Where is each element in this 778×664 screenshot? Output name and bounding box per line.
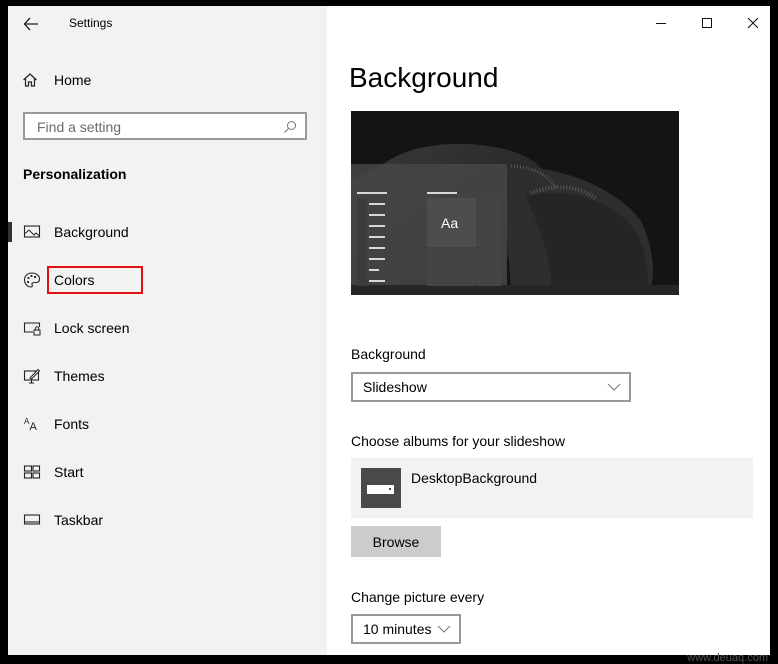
sidebar-item-label: Background [54, 224, 129, 240]
taskbar-icon [23, 514, 41, 525]
start-icon [23, 465, 41, 479]
maximize-button[interactable] [696, 12, 718, 34]
picture-icon [23, 225, 41, 238]
svg-text:A: A [30, 421, 38, 433]
home-label: Home [54, 72, 92, 88]
indicator [8, 270, 12, 290]
settings-window: Settings Home Personalization Background [8, 6, 770, 655]
sidebar-item-taskbar[interactable]: Taskbar [8, 500, 327, 540]
sidebar-item-start[interactable]: Start [8, 452, 327, 492]
background-preview: Aa [351, 111, 679, 295]
change-picture-label: Change picture every [351, 589, 485, 605]
themes-icon [23, 368, 41, 384]
minimize-icon [656, 23, 666, 24]
background-dropdown[interactable]: Slideshow [351, 372, 631, 402]
album-item[interactable]: DesktopBackground [351, 458, 753, 518]
indicator [8, 510, 12, 530]
start-tiles [357, 192, 501, 286]
sidebar-item-themes[interactable]: Themes [8, 356, 327, 396]
indicator [8, 318, 12, 338]
sidebar-item-lock-screen[interactable]: Lock screen [8, 308, 327, 348]
close-icon [747, 17, 759, 29]
active-indicator [8, 222, 12, 242]
palette-icon [23, 272, 41, 288]
search-input[interactable] [35, 118, 279, 136]
lock-screen-icon [23, 322, 41, 336]
section-title: Personalization [23, 166, 127, 182]
albums-label: Choose albums for your slideshow [351, 433, 565, 449]
fonts-icon: A A [24, 417, 38, 433]
search-icon[interactable] [283, 120, 297, 134]
arrow-left-icon [23, 17, 38, 31]
highlight-box [47, 266, 143, 294]
page-title: Background [349, 62, 499, 93]
sidebar-item-background[interactable]: Background [8, 212, 327, 252]
main-content: Background Aa Background Slideshow Choos… [327, 6, 770, 655]
sidebar-item-label: Lock screen [54, 320, 130, 336]
search-box[interactable] [23, 112, 307, 140]
sidebar-item-label: Start [54, 464, 84, 480]
indicator [8, 462, 12, 482]
watermark: www.deuaq.com [687, 652, 768, 664]
chevron-down-icon [607, 383, 621, 391]
home-link[interactable]: Home [22, 68, 91, 92]
maximize-icon [702, 18, 712, 28]
back-button[interactable] [22, 14, 42, 34]
minimize-button[interactable] [650, 12, 672, 34]
browse-button[interactable]: Browse [351, 526, 441, 557]
sidebar-item-fonts[interactable]: A A Fonts [8, 404, 327, 444]
sidebar-item-label: Themes [54, 368, 105, 384]
sidebar-item-label: Fonts [54, 416, 90, 432]
chevron-down-icon [437, 625, 451, 633]
background-label: Background [351, 346, 426, 362]
indicator [8, 414, 12, 434]
sidebar: Settings Home Personalization Background [8, 6, 327, 655]
home-icon [23, 73, 37, 87]
close-button[interactable] [742, 12, 764, 34]
indicator [8, 366, 12, 386]
background-dropdown-value: Slideshow [363, 379, 427, 395]
change-picture-dropdown[interactable]: 10 minutes [351, 614, 461, 644]
change-picture-value: 10 minutes [363, 621, 432, 637]
tile-text: Aa [441, 215, 459, 231]
folder-icon [361, 468, 401, 508]
app-title: Settings [69, 16, 113, 30]
sidebar-item-label: Taskbar [54, 512, 104, 528]
album-name: DesktopBackground [411, 470, 538, 486]
